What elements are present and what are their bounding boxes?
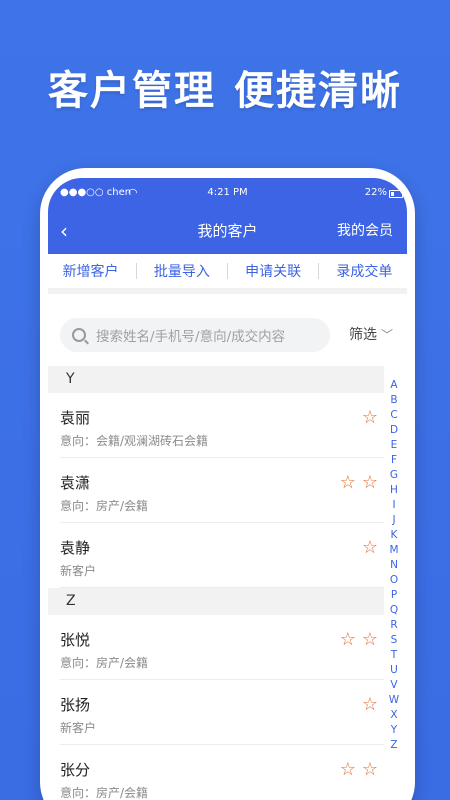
index-letter[interactable]: X xyxy=(387,708,401,723)
index-letter[interactable]: O xyxy=(387,573,401,588)
star-icon[interactable]: ☆ xyxy=(362,407,384,428)
customer-intent: 意向：房产/会籍 xyxy=(60,656,149,670)
customer-intent: 意向：房产/会籍 xyxy=(60,499,149,513)
index-letter[interactable]: A xyxy=(387,378,401,393)
search-placeholder: 搜索姓名/手机号/意向/成交内容 xyxy=(96,329,286,345)
chevron-down-icon: ﹀ xyxy=(380,328,393,342)
star-icon[interactable]: ☆ xyxy=(362,629,384,650)
customer-row[interactable]: 张扬新客户 ☆ xyxy=(60,680,384,745)
customer-intent: 新客户 xyxy=(60,721,97,735)
divider xyxy=(135,263,137,279)
star-rating[interactable]: ☆ xyxy=(362,407,384,428)
battery-icon xyxy=(389,190,403,198)
battery-label: 22% xyxy=(364,187,387,198)
star-rating[interactable]: ☆☆ xyxy=(340,629,384,650)
search-icon xyxy=(72,328,86,342)
index-letter[interactable]: E xyxy=(387,438,401,453)
customer-intent: 新客户 xyxy=(60,564,97,578)
index-letter[interactable]: D xyxy=(387,423,401,438)
star-icon[interactable]: ☆ xyxy=(340,472,362,493)
customer-intent: 意向：房产/会籍 xyxy=(60,786,149,800)
index-letter[interactable]: T xyxy=(387,648,401,663)
customer-intent: 意向：会籍/观澜湖砖石会籍 xyxy=(60,434,209,448)
promo-headline: 客户管理 便捷清晰 xyxy=(0,58,450,116)
index-letter[interactable]: R xyxy=(387,618,401,633)
customer-list: Y 袁丽 意向：会籍/观澜湖砖石会籍 ☆ 袁潇 意向：房产/会籍 ☆☆ 袁静 新客户 ☆ Z 张悦 意向… xyxy=(48,366,384,800)
index-letter[interactable]: I xyxy=(387,498,401,513)
star-icon[interactable]: ☆ xyxy=(340,629,362,650)
index-letter[interactable]: Z xyxy=(387,738,401,753)
index-letter[interactable]: H xyxy=(387,483,401,498)
customer-row[interactable]: 袁潇意向：房产/会籍 ☆☆ xyxy=(60,458,384,523)
status-bar: ●●●○○ chen ◠ 4:21 PM 22% xyxy=(48,186,407,203)
status-time: 4:21 PM xyxy=(207,187,248,198)
index-letter[interactable]: V xyxy=(387,678,401,693)
search-input[interactable]: 搜索姓名/手机号/意向/成交内容 xyxy=(60,318,330,352)
star-icon[interactable]: ☆ xyxy=(362,472,384,493)
star-rating[interactable]: ☆☆ xyxy=(340,759,384,780)
filter-label: 筛选 xyxy=(348,327,377,343)
index-letter[interactable]: S xyxy=(387,633,401,648)
customer-name: 张悦 xyxy=(60,631,91,649)
action-bar: 新增客户 批量导入 申请关联 录成交单 xyxy=(48,254,407,294)
group-header-z: Z xyxy=(48,588,384,615)
alphabet-index[interactable]: ABCDEFGHIJKMNOPQRSTUVWXYZ xyxy=(387,378,401,753)
app-header: ●●●○○ chen ◠ 4:21 PM 22% ‹ 我的客户 我的会员 xyxy=(48,178,407,254)
add-customer-button[interactable]: 新增客户 xyxy=(63,261,119,281)
star-rating[interactable]: ☆ xyxy=(362,537,384,558)
customer-name: 张分 xyxy=(60,761,91,779)
headline-right: 便捷清晰 xyxy=(234,68,402,114)
star-icon[interactable]: ☆ xyxy=(362,537,384,558)
nav-bar: ‹ 我的客户 我的会员 xyxy=(48,218,407,248)
request-link-button[interactable]: 申请关联 xyxy=(245,261,301,281)
index-letter[interactable]: W xyxy=(387,693,401,708)
headline-left: 客户管理 xyxy=(48,68,216,114)
star-rating[interactable]: ☆ xyxy=(362,694,384,715)
record-deal-button[interactable]: 录成交单 xyxy=(336,261,392,281)
customer-name: 袁潇 xyxy=(60,474,91,492)
my-members-link[interactable]: 我的会员 xyxy=(337,218,393,244)
divider xyxy=(226,263,228,279)
index-letter[interactable]: K xyxy=(387,528,401,543)
customer-row[interactable]: 张分意向：房产/会籍 ☆☆ xyxy=(60,745,384,800)
search-row: 搜索姓名/手机号/意向/成交内容 筛选 ﹀ xyxy=(48,318,407,352)
index-letter[interactable]: G xyxy=(387,468,401,483)
index-letter[interactable]: U xyxy=(387,663,401,678)
group-header-y: Y xyxy=(48,366,384,393)
customer-row[interactable]: 袁丽意向：会籍/观澜湖砖石会籍 ☆ xyxy=(60,393,384,458)
index-letter[interactable]: P xyxy=(387,588,401,603)
app-screen: ●●●○○ chen ◠ 4:21 PM 22% ‹ 我的客户 我的会员 新增客… xyxy=(48,178,407,800)
customer-row[interactable]: 袁静新客户 ☆ xyxy=(60,523,384,588)
index-letter[interactable]: B xyxy=(387,393,401,408)
customer-name: 张扬 xyxy=(60,696,91,714)
index-letter[interactable]: M xyxy=(387,543,401,558)
batch-import-button[interactable]: 批量导入 xyxy=(154,261,210,281)
index-letter[interactable]: N xyxy=(387,558,401,573)
customer-row[interactable]: 张悦意向：房产/会籍 ☆☆ xyxy=(60,615,384,680)
index-letter[interactable]: Y xyxy=(387,723,401,738)
star-rating[interactable]: ☆☆ xyxy=(340,472,384,493)
divider xyxy=(318,263,320,279)
customer-name: 袁丽 xyxy=(60,409,91,427)
star-icon[interactable]: ☆ xyxy=(362,694,384,715)
star-icon[interactable]: ☆ xyxy=(340,759,362,780)
customer-name: 袁静 xyxy=(60,539,91,557)
index-letter[interactable]: J xyxy=(387,513,401,528)
index-letter[interactable]: Q xyxy=(387,603,401,618)
star-icon[interactable]: ☆ xyxy=(362,759,384,780)
filter-button[interactable]: 筛选 ﹀ xyxy=(349,318,393,352)
index-letter[interactable]: C xyxy=(387,408,401,423)
index-letter[interactable]: F xyxy=(387,453,401,468)
